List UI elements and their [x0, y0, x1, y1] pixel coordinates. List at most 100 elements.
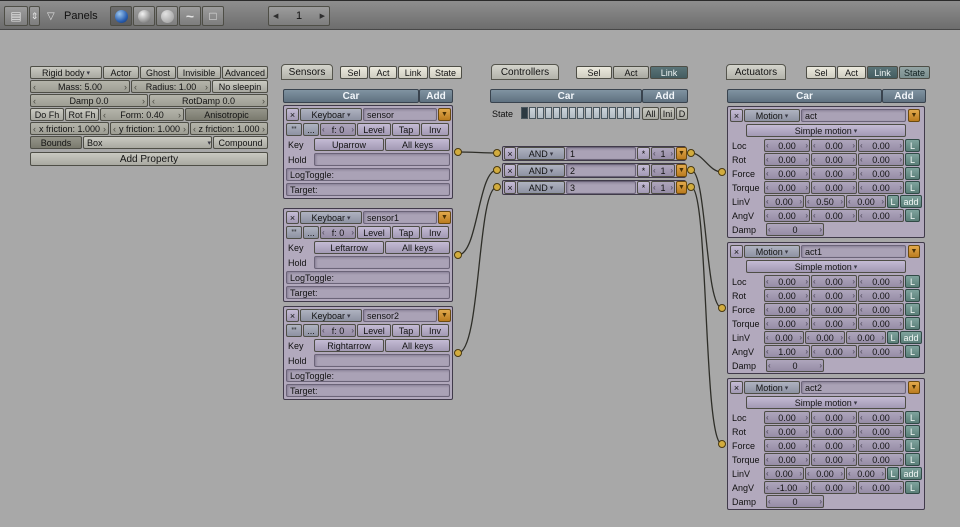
angv-x-field[interactable]: -1.00: [764, 481, 810, 494]
controller-output-socket[interactable]: [688, 150, 695, 157]
actuator-delete-button[interactable]: ×: [730, 109, 743, 122]
pulse-false-button[interactable]: ...: [303, 324, 319, 337]
sensor-delete-button[interactable]: ×: [286, 211, 299, 224]
panels-menu[interactable]: Panels: [64, 9, 98, 23]
tap-button[interactable]: Tap: [392, 324, 420, 337]
controller-state-stepper[interactable]: 1: [651, 164, 675, 177]
controller-name-field[interactable]: 1: [566, 147, 636, 160]
logtoggle-field[interactable]: LogToggle:: [286, 369, 450, 382]
inv-button[interactable]: Inv: [421, 324, 449, 337]
mass-field[interactable]: Mass: 5.00: [30, 80, 130, 93]
freq-field[interactable]: f: 0: [320, 226, 356, 239]
level-button[interactable]: Level: [357, 324, 391, 337]
actuator-type-dropdown[interactable]: Motion▾: [744, 381, 800, 394]
angv-z-field[interactable]: 0.00: [858, 345, 904, 358]
sensors-add-button[interactable]: Add: [419, 89, 453, 103]
loc-z-field[interactable]: 0.00: [858, 275, 904, 288]
bounds-toggle[interactable]: Bounds: [30, 136, 82, 149]
loc-y-field[interactable]: 0.00: [811, 139, 857, 152]
sensor-collapse-button[interactable]: ▼: [438, 211, 451, 224]
controller-mark-button[interactable]: *: [637, 147, 650, 160]
loc-x-field[interactable]: 0.00: [764, 139, 810, 152]
controller-mark-button[interactable]: *: [637, 181, 650, 194]
state-all-button[interactable]: All: [642, 107, 659, 120]
target-field[interactable]: Target:: [286, 286, 450, 299]
torque-z-field[interactable]: 0.00: [858, 317, 904, 330]
linv-x-field[interactable]: 0.00: [764, 467, 804, 480]
pulse-true-button[interactable]: ''': [286, 226, 302, 239]
rotdamp-slider[interactable]: RotDamp 0.0: [149, 94, 268, 107]
angv-local-toggle[interactable]: L: [905, 481, 920, 494]
damp-field[interactable]: 0: [766, 359, 824, 372]
state-toggle[interactable]: [601, 107, 608, 119]
invisible-toggle[interactable]: Invisible: [177, 66, 221, 79]
shading-context-button[interactable]: [133, 6, 155, 26]
rot-local-toggle[interactable]: L: [905, 425, 920, 438]
rigid-body-dropdown[interactable]: Rigid body▾: [30, 66, 102, 79]
object-context-button[interactable]: ~: [179, 6, 201, 26]
loc-z-field[interactable]: 0.00: [858, 411, 904, 424]
torque-y-field[interactable]: 0.00: [811, 317, 857, 330]
controller-menu-button[interactable]: ▼: [676, 181, 687, 194]
state-toggle[interactable]: [537, 107, 544, 119]
sensors-object-header[interactable]: Car: [283, 89, 419, 103]
controller-type-dropdown[interactable]: AND▾: [517, 181, 565, 194]
linv-z-field[interactable]: 0.00: [846, 195, 886, 208]
state-toggle[interactable]: [585, 107, 592, 119]
level-button[interactable]: Level: [357, 226, 391, 239]
sensors-filter-sel[interactable]: Sel: [340, 66, 368, 79]
loc-local-toggle[interactable]: L: [905, 139, 920, 152]
friction-y-field[interactable]: y friction: 1.000: [110, 122, 189, 135]
actuator-delete-button[interactable]: ×: [730, 245, 743, 258]
sensors-filter-link[interactable]: Link: [398, 66, 428, 79]
force-z-field[interactable]: 0.00: [858, 167, 904, 180]
linv-add-toggle[interactable]: add: [900, 331, 922, 344]
damp-field[interactable]: 0: [766, 495, 824, 508]
key-binding-button[interactable]: Leftarrow: [314, 241, 384, 254]
actuator-delete-button[interactable]: ×: [730, 381, 743, 394]
bounds-type-dropdown[interactable]: Box▾: [83, 136, 212, 149]
force-z-field[interactable]: 0.00: [858, 303, 904, 316]
controller-output-socket[interactable]: [688, 167, 695, 174]
sensor-collapse-button[interactable]: ▼: [438, 309, 451, 322]
inv-button[interactable]: Inv: [421, 123, 449, 136]
hold-field[interactable]: [314, 256, 450, 269]
sensor-type-dropdown[interactable]: Keyboar▾: [300, 108, 362, 121]
sensor-name-field[interactable]: sensor1: [363, 211, 437, 224]
angv-y-field[interactable]: 0.00: [811, 209, 857, 222]
form-field[interactable]: Form: 0.40: [100, 108, 184, 121]
sensor-type-dropdown[interactable]: Keyboar▾: [300, 211, 362, 224]
tap-button[interactable]: Tap: [392, 226, 420, 239]
torque-y-field[interactable]: 0.00: [811, 453, 857, 466]
controllers-add-button[interactable]: Add: [642, 89, 688, 103]
loc-y-field[interactable]: 0.00: [811, 411, 857, 424]
sensors-tab[interactable]: Sensors: [281, 64, 333, 80]
editing-context-button[interactable]: □: [202, 6, 224, 26]
angv-y-field[interactable]: 0.00: [811, 345, 857, 358]
actuators-object-header[interactable]: Car: [727, 89, 882, 103]
controller-input-socket[interactable]: [494, 150, 501, 157]
state-toggle[interactable]: [577, 107, 584, 119]
rot-x-field[interactable]: 0.00: [764, 153, 810, 166]
controller-mark-button[interactable]: *: [637, 164, 650, 177]
freq-field[interactable]: f: 0: [320, 123, 356, 136]
controller-delete-button[interactable]: ×: [504, 164, 516, 177]
tap-button[interactable]: Tap: [392, 123, 420, 136]
state-toggle[interactable]: [633, 107, 640, 119]
damp-field[interactable]: 0: [766, 223, 824, 236]
sensors-filter-act[interactable]: Act: [369, 66, 397, 79]
state-d-button[interactable]: D: [676, 107, 688, 120]
loc-y-field[interactable]: 0.00: [811, 275, 857, 288]
controller-state-stepper[interactable]: 1: [651, 147, 675, 160]
torque-z-field[interactable]: 0.00: [858, 181, 904, 194]
angv-x-field[interactable]: 1.00: [764, 345, 810, 358]
state-ini-button[interactable]: Ini: [660, 107, 675, 120]
all-keys-button[interactable]: All keys: [385, 138, 450, 151]
loc-z-field[interactable]: 0.00: [858, 139, 904, 152]
actuator-name-field[interactable]: act: [801, 109, 906, 122]
motion-mode-dropdown[interactable]: Simple motion▾: [746, 396, 906, 409]
actuators-filter-state[interactable]: State: [899, 66, 930, 79]
torque-y-field[interactable]: 0.00: [811, 181, 857, 194]
actuator-collapse-button[interactable]: ▼: [908, 381, 920, 394]
controller-name-field[interactable]: 2: [566, 164, 636, 177]
